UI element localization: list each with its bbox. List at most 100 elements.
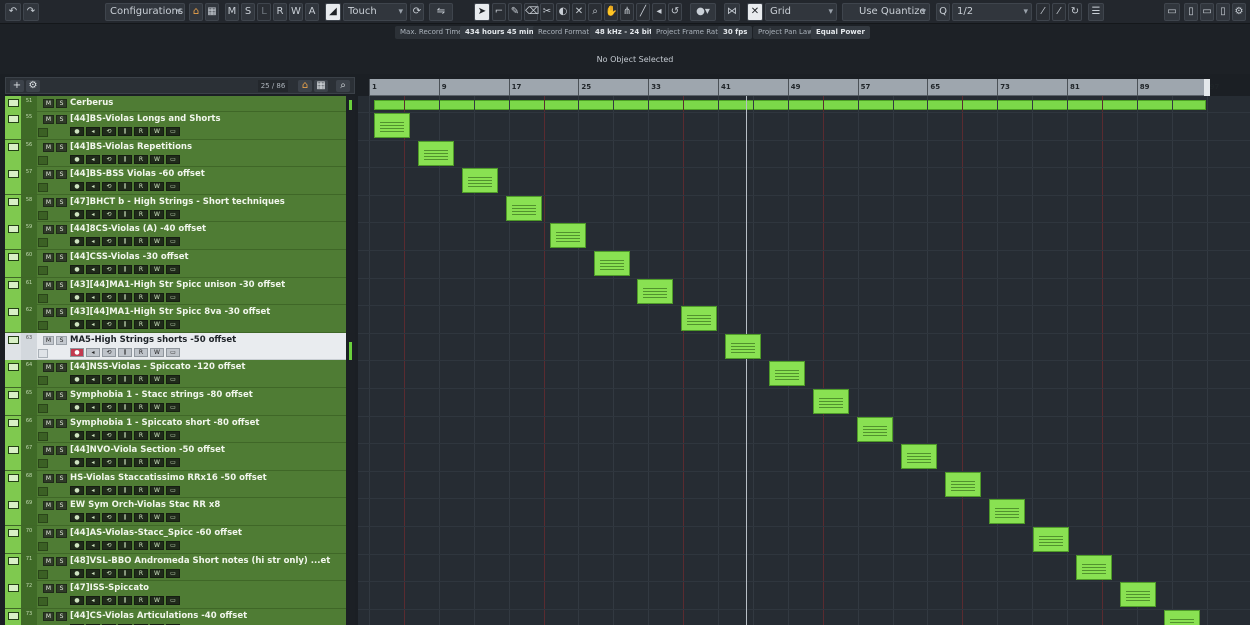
track-midi-inserts-button[interactable]: ▭ [166, 182, 180, 192]
read-automation-button[interactable]: R [134, 596, 148, 606]
read-automation-button[interactable]: R [134, 403, 148, 412]
track-row[interactable]: 70 M S [44]AS-Violas-Stacc_Spicc -60 offset… [5, 526, 355, 554]
track-midi-inserts-button[interactable]: ▭ [166, 209, 180, 219]
solo-button[interactable]: S [56, 225, 67, 235]
track-row[interactable]: 59 M S [44]8CS-Violas (A) -40 offset ● ◂ ⟲ ⫼ R W ▭ [5, 222, 355, 250]
midi-part-event[interactable] [637, 278, 674, 304]
track-midi-inserts-button[interactable]: ▭ [166, 430, 180, 440]
timebase-button[interactable]: ⟲ [102, 513, 116, 523]
midi-part-event[interactable] [900, 444, 937, 470]
midi-part-event[interactable] [593, 251, 630, 276]
sync-selection-icon[interactable]: ⌂ [298, 80, 312, 92]
solo-button[interactable]: S [56, 170, 67, 180]
track-midi-inserts-button[interactable]: ▭ [166, 458, 180, 468]
visible-tracks-counter[interactable]: 25 / 86 [258, 80, 288, 92]
event-display[interactable] [358, 96, 1250, 625]
track-name[interactable]: [44]NSS-Violas - Spiccato -120 offset [70, 362, 245, 372]
track-color-swatch[interactable] [38, 210, 48, 220]
auto-scroll-icon[interactable]: ⟳ [410, 3, 424, 21]
write-automation-button[interactable]: W [150, 458, 164, 468]
snap-type-icon[interactable]: ✕ [747, 3, 763, 21]
midi-part-event[interactable] [988, 499, 1025, 525]
mute-button[interactable]: M [43, 99, 54, 108]
monitor-button[interactable]: ◂ [86, 485, 100, 495]
track-color-swatch[interactable] [38, 542, 48, 551]
midi-part-event[interactable] [813, 389, 849, 414]
solo-button[interactable]: S [56, 363, 67, 373]
read-automation-button[interactable]: R [134, 209, 148, 219]
write-automation-button[interactable]: W [150, 375, 164, 385]
write-automation-button[interactable]: W [150, 430, 164, 440]
read-automation-button[interactable]: R [134, 458, 148, 468]
read-automation-button[interactable]: R [134, 154, 148, 164]
edit-instrument-button[interactable]: ⫼ [118, 596, 132, 606]
mute-button[interactable]: M [43, 501, 54, 511]
quantize-preset-dropdown[interactable]: 1/2 [952, 3, 1032, 21]
record-enable-button[interactable]: ● [70, 292, 84, 302]
right-zone-toggle-icon[interactable]: ▯ [1216, 3, 1230, 21]
track-midi-inserts-button[interactable]: ▭ [166, 513, 180, 523]
track-row[interactable]: 58 M S [47]BHCT b - High Strings - Short te… [5, 194, 355, 223]
mute-button[interactable]: M [43, 556, 54, 566]
track-name[interactable]: [44]CS-Violas Articulations -40 offset [70, 611, 247, 621]
record-enable-button[interactable]: ● [70, 347, 84, 357]
mute-button[interactable]: M [43, 115, 54, 124]
midi-part-event[interactable] [681, 306, 718, 332]
listen-all-button[interactable]: L [257, 3, 271, 21]
right-locator-marker[interactable] [1203, 79, 1210, 96]
midi-part-event[interactable] [1076, 554, 1113, 580]
track-color-swatch[interactable] [38, 321, 48, 331]
timeline-ruler[interactable]: 1 9 17 25 33 41 49 57 65 73 81 89 97 [369, 79, 1219, 96]
write-automation-button[interactable]: W [150, 541, 164, 550]
lower-zone-toggle-icon[interactable]: ▭ [1200, 3, 1214, 21]
edit-instrument-button[interactable]: ⫼ [118, 154, 132, 164]
pencil-tool-icon[interactable]: ✎ [508, 3, 522, 21]
edit-instrument-button[interactable]: ⫼ [118, 292, 132, 302]
record-enable-button[interactable]: ● [70, 458, 84, 468]
solo-button[interactable]: S [56, 280, 67, 290]
read-automation-button[interactable]: R [134, 237, 148, 247]
record-enable-button[interactable]: ● [70, 403, 84, 412]
track-row[interactable]: 64 M S [44]NSS-Violas - Spiccato -120 offse… [5, 360, 355, 388]
track-row[interactable]: 71 M S [48]VSL-BBO Andromeda Short notes (h… [5, 553, 355, 582]
solo-button[interactable]: S [56, 253, 67, 262]
pan-law-label[interactable]: Project Pan Law [753, 26, 818, 39]
track-midi-inserts-button[interactable]: ▭ [166, 265, 180, 274]
monitor-button[interactable]: ◂ [86, 320, 100, 330]
record-enable-button[interactable]: ● [70, 209, 84, 219]
solo-button[interactable]: S [56, 418, 67, 428]
track-name[interactable]: [44]BS-Violas Longs and Shorts [70, 114, 221, 124]
track-row[interactable]: 51 M S Cerberus [5, 96, 355, 112]
solo-button[interactable]: S [56, 142, 67, 152]
automation-mode-icon[interactable]: ◢ [325, 3, 341, 21]
read-automation-button[interactable]: R [134, 375, 148, 385]
quantize-icon[interactable]: Q [936, 3, 950, 21]
edit-instrument-button[interactable]: ⫼ [118, 430, 132, 440]
track-color-swatch[interactable] [38, 293, 48, 303]
midi-part-event[interactable] [549, 223, 586, 249]
track-name[interactable]: [43][44]MA1-High Str Spicc 8va -30 offse… [70, 307, 270, 317]
read-automation-button[interactable]: R [134, 430, 148, 440]
track-midi-inserts-button[interactable]: ▭ [166, 568, 180, 578]
midi-part-event[interactable] [505, 195, 542, 221]
mute-button[interactable]: M [43, 418, 54, 428]
window-layout-icon[interactable]: ▦ [205, 3, 219, 21]
mute-button[interactable]: M [43, 308, 54, 318]
record-enable-button[interactable]: ● [70, 265, 84, 274]
track-name[interactable]: [47]ISS-Spiccato [70, 583, 149, 593]
record-enable-button[interactable]: ● [70, 568, 84, 578]
comp-tool-icon[interactable]: ⋔ [620, 3, 634, 21]
midi-part-event[interactable] [374, 113, 410, 138]
midi-part-event[interactable] [769, 361, 806, 387]
project-cursor[interactable] [746, 96, 747, 625]
add-track-icon[interactable]: + [10, 80, 24, 92]
track-color-swatch[interactable] [38, 404, 48, 413]
record-enable-button[interactable]: ● [70, 541, 84, 550]
hand-tool-icon[interactable]: ✋ [604, 3, 618, 21]
mute-button[interactable]: M [43, 253, 54, 262]
edit-instrument-button[interactable]: ⫼ [118, 458, 132, 468]
mute-button[interactable]: M [43, 584, 54, 594]
track-name[interactable]: [44]CSS-Violas -30 offset [70, 252, 189, 262]
monitor-button[interactable]: ◂ [86, 265, 100, 274]
track-row[interactable]: 68 M S HS-Violas Staccatissimo RRx16 -50 of… [5, 470, 355, 499]
